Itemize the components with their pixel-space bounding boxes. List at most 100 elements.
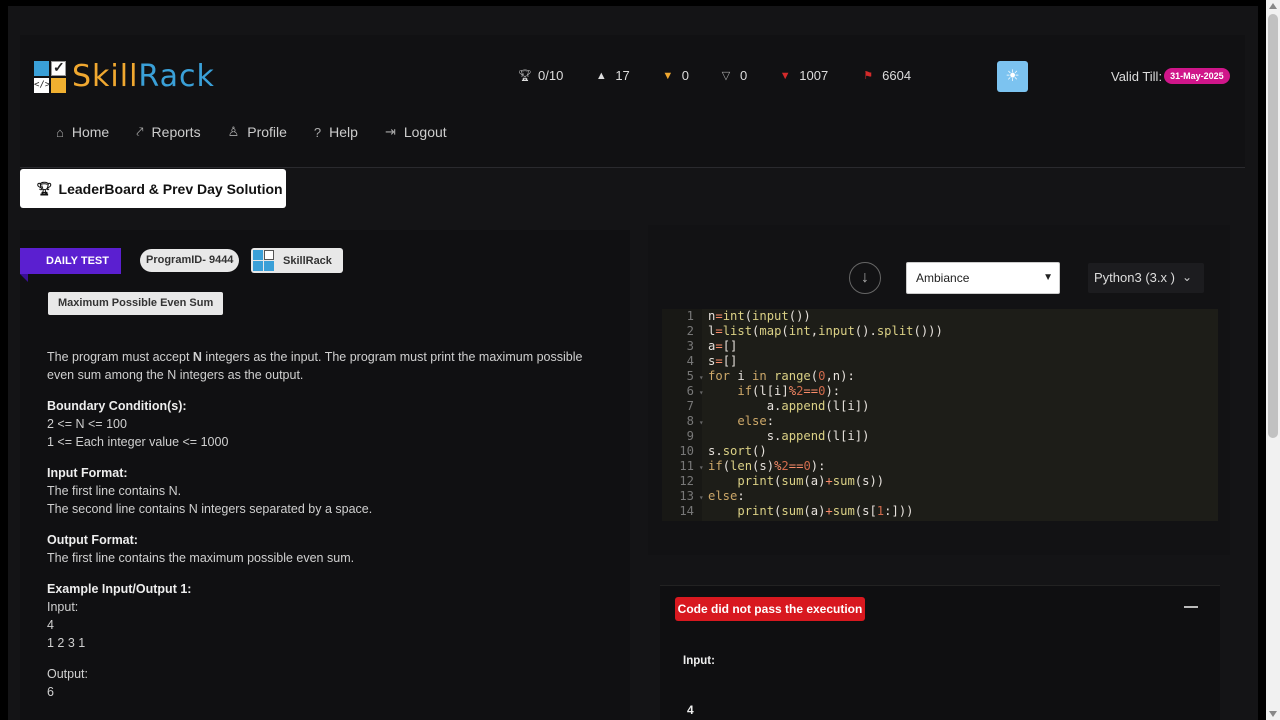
nav-home[interactable]: ⌂ Home (56, 124, 109, 140)
example-input-line: 4 (47, 618, 54, 632)
code-text: print(sum(a)+sum(s[1:])) (737, 504, 914, 518)
input-format-line: The first line contains N. (47, 484, 182, 498)
example-output-label: Output: (47, 667, 88, 681)
code-text: s=[] (708, 354, 738, 368)
code-text: if(len(s)%2==0): (708, 459, 826, 473)
stats-bar: 🏆︎ 0/10 ▲ 17 ▼ 0 ▽ 0 ▼ 1007 ⚑ 6604 (518, 68, 911, 83)
editor-theme-select[interactable]: Ambiance ▼ (906, 262, 1060, 294)
code-line[interactable]: 3 a=[] (662, 339, 1218, 354)
scrollbar-thumb[interactable] (1268, 14, 1278, 438)
code-line[interactable]: 2 l=list(map(int,input().split())) (662, 324, 1218, 339)
code-line[interactable]: 1 n=int(input()) (662, 309, 1218, 324)
stat-points: ⚑ 6604 (863, 68, 912, 83)
valid-till-badge: 31-May-2025 (1164, 68, 1230, 84)
code-text: a=[] (708, 339, 738, 353)
code-line[interactable]: 6 ▾ if(l[i]%2==0): (662, 384, 1218, 399)
logout-icon: ⇥ (384, 124, 396, 139)
theme-toggle-button[interactable]: ☀ (997, 61, 1028, 92)
code-line[interactable]: 9 s.append(l[i]) (662, 429, 1218, 444)
shield-gold-icon: ▼ (662, 69, 674, 82)
skillrack-mini-icon (253, 249, 275, 272)
boundary-heading: Boundary Condition(s): (47, 399, 187, 413)
fold-arrow-icon[interactable]: ▾ (694, 490, 704, 505)
code-line[interactable]: 12 print(sum(a)+sum(s)) (662, 474, 1218, 489)
line-number: 10 (679, 444, 694, 458)
shield-gray-icon: ▽ (721, 69, 731, 82)
code-text: print(sum(a)+sum(s)) (737, 474, 885, 488)
input-format-heading: Input Format: (47, 466, 128, 480)
code-line[interactable]: 4 s=[] (662, 354, 1218, 369)
line-number: 5 (686, 369, 694, 383)
code-text: else: (737, 414, 775, 428)
stat-problems-solved: 🏆︎ 0/10 (518, 68, 564, 83)
program-id-pill: ProgramID- 9444 (140, 249, 240, 272)
output-format-line: The first line contains the maximum poss… (47, 551, 355, 565)
nav-profile[interactable]: ♙ Profile (228, 124, 287, 140)
example-input-label: Input: (47, 600, 79, 614)
trophy-icon: 🏆︎ (36, 180, 53, 196)
fold-arrow-icon[interactable]: ▾ (694, 370, 704, 385)
problem-intro: The program must accept N integers as th… (47, 350, 583, 382)
language-select[interactable]: Python3 (3.x ) ⌄ (1088, 263, 1204, 293)
daily-test-ribbon: DAILY TEST (20, 248, 121, 274)
line-number: 1 (686, 309, 694, 323)
logo-text: SkillRack (72, 59, 215, 94)
example-output-line: 6 (47, 685, 54, 699)
fold-arrow-icon[interactable]: ▾ (694, 385, 704, 400)
line-number: 8 (686, 414, 694, 428)
collapse-icon[interactable] (1184, 606, 1198, 608)
line-number: 14 (679, 504, 694, 518)
chevron-down-icon: ⌄ (1181, 270, 1192, 284)
ribbon-fold (20, 274, 28, 282)
scrollbar[interactable] (1266, 0, 1280, 720)
chevron-down-icon: ▼ (1043, 272, 1053, 283)
code-line[interactable]: 5 ▾ for i in range(0,n): (662, 369, 1218, 384)
scroll-down-icon[interactable] (1269, 711, 1277, 717)
code-text: s.append(l[i]) (708, 429, 870, 443)
code-line[interactable]: 7 a.append(l[i]) (662, 399, 1218, 414)
scroll-up-icon[interactable] (1269, 3, 1277, 9)
top-header: </> ✓ SkillRack 🏆︎ 0/10 ▲ 17 ▼ 0 ▽ 0 ▼ 1007 ⚑… (20, 35, 1245, 168)
skillrack-logo[interactable]: </> ✓ SkillRack (34, 59, 215, 94)
leaderboard-button[interactable]: 🏆︎ LeaderBoard & Prev Day Solution (20, 169, 286, 208)
leaderboard-button-label: LeaderBoard & Prev Day Solution (58, 180, 283, 197)
boundary-line: 2 <= N <= 100 (47, 417, 127, 431)
line-number: 6 (686, 384, 694, 398)
code-line[interactable]: 8 ▾ else: (662, 414, 1218, 429)
problem-description: The program must accept N integers as th… (47, 348, 607, 701)
logo-icon: </> ✓ (34, 59, 66, 93)
download-button[interactable]: ↓ (849, 262, 881, 294)
code-text: l=list(map(int,input().split())) (708, 324, 943, 338)
home-icon: ⌂ (56, 124, 64, 140)
code-line[interactable]: 13 ▾ else: (662, 489, 1218, 504)
user-icon: ♙ (227, 124, 240, 139)
line-number: 2 (686, 324, 694, 338)
code-editor[interactable]: 1 n=int(input()) 2 l=list(map(int,input().s… (662, 309, 1218, 521)
skillrack-chip: SkillRack (251, 248, 343, 273)
code-line[interactable]: 10 s.sort() (662, 444, 1218, 459)
example-heading: Example Input/Output 1: (47, 582, 192, 596)
problem-title: Maximum Possible Even Sum (48, 292, 224, 315)
code-text: for i in range(0,n): (708, 369, 855, 383)
chart-icon: ⤤ (136, 124, 144, 139)
boundary-line: 1 <= Each integer value <= 1000 (47, 435, 229, 449)
nav-logout[interactable]: ⇥ Logout (385, 124, 447, 140)
sun-icon: ☀ (1005, 68, 1020, 85)
line-number: 9 (686, 429, 694, 443)
line-number: 7 (686, 399, 694, 413)
nav-help[interactable]: ? Help (314, 124, 358, 140)
line-number: 11 (679, 459, 694, 473)
example-input-line: 1 2 3 1 (47, 636, 86, 650)
nav-reports[interactable]: ⤤ Reports (136, 124, 200, 140)
question-icon: ? (313, 124, 322, 140)
code-line[interactable]: 11 ▾ if(len(s)%2==0): (662, 459, 1218, 474)
stat-silver: ▽ 0 (721, 68, 748, 83)
output-format-heading: Output Format: (47, 533, 138, 547)
line-number: 3 (686, 339, 694, 353)
fold-arrow-icon[interactable]: ▾ (694, 415, 704, 430)
fold-arrow-icon[interactable]: ▾ (694, 460, 704, 475)
execution-status-badge: Code did not pass the execution (675, 597, 865, 621)
code-line[interactable]: 14 print(sum(a)+sum(s[1:])) (662, 504, 1218, 519)
main-nav: ⌂ Home ⤤ Reports ♙ Profile ? Help ⇥ Logout (56, 124, 474, 140)
code-text: if(l[i]%2==0): (737, 384, 841, 398)
